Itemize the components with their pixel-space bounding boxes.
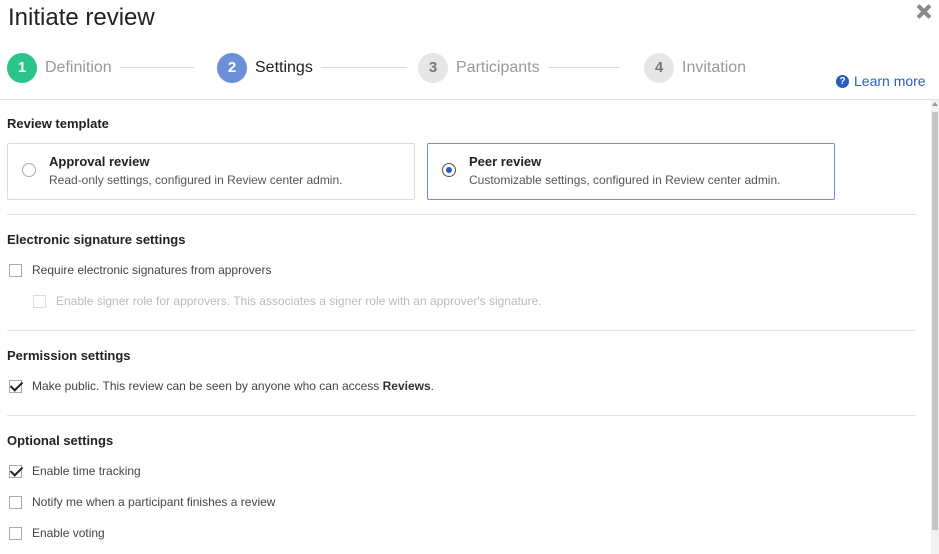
step-number-badge: 1 [7, 52, 37, 83]
time-tracking-label: Enable time tracking [32, 464, 141, 478]
time-tracking-checkbox[interactable] [9, 464, 22, 478]
signer-role-row: Enable signer role for approvers. This a… [33, 294, 542, 308]
wizard-steps: 1 Definition 2 Settings 3 Participants 4… [7, 52, 767, 84]
peer-review-option[interactable]: Peer review Customizable settings, confi… [427, 143, 835, 200]
voting-label: Enable voting [32, 526, 105, 540]
step-invitation[interactable]: 4 Invitation [644, 52, 746, 83]
step-label: Participants [456, 58, 540, 76]
require-esign-checkbox[interactable] [9, 263, 22, 277]
require-esign-row: Require electronic signatures from appro… [9, 263, 271, 277]
signer-role-label: Enable signer role for approvers. This a… [56, 294, 542, 308]
step-label: Settings [255, 58, 313, 76]
step-number-badge: 3 [418, 52, 448, 83]
notify-row: Notify me when a participant finishes a … [9, 495, 275, 509]
scrollbar-thumb[interactable] [932, 112, 938, 530]
option-description: Customizable settings, configured in Rev… [469, 173, 781, 187]
time-tracking-row: Enable time tracking [9, 464, 141, 478]
radio-button-selected[interactable] [442, 163, 456, 177]
learn-more-link[interactable]: ? Learn more [836, 73, 926, 89]
header-divider [0, 99, 939, 100]
permission-heading: Permission settings [7, 348, 131, 363]
learn-more-label: Learn more [854, 73, 926, 89]
make-public-label: Make public. This review can be seen by … [32, 379, 434, 393]
step-connector [320, 67, 407, 68]
make-public-text: Make public. This review can be seen by … [32, 379, 383, 393]
scroll-up-arrow-icon[interactable] [932, 102, 938, 106]
make-public-suffix: . [430, 379, 435, 393]
step-settings[interactable]: 2 Settings [217, 52, 407, 83]
step-label: Invitation [682, 58, 747, 76]
voting-row: Enable voting [9, 526, 105, 540]
step-number-badge: 4 [644, 52, 674, 83]
radio-button[interactable] [22, 163, 36, 177]
step-connector [119, 67, 194, 68]
signer-role-checkbox[interactable] [33, 294, 46, 308]
section-divider [7, 330, 916, 331]
make-public-checkbox[interactable] [9, 379, 22, 393]
notify-checkbox[interactable] [9, 495, 22, 509]
help-icon: ? [836, 74, 849, 88]
step-label: Definition [45, 58, 112, 76]
esign-heading: Electronic signature settings [7, 232, 186, 247]
optional-heading: Optional settings [7, 433, 114, 448]
make-public-row: Make public. This review can be seen by … [9, 379, 434, 393]
option-title: Approval review [49, 154, 150, 169]
section-divider [7, 415, 916, 416]
step-participants[interactable]: 3 Participants [418, 52, 620, 83]
step-definition[interactable]: 1 Definition [7, 52, 194, 83]
step-number-badge: 2 [217, 52, 247, 83]
section-divider [7, 214, 916, 215]
require-esign-label: Require electronic signatures from appro… [32, 263, 272, 277]
notify-label: Notify me when a participant finishes a … [32, 495, 276, 509]
step-connector [547, 67, 620, 68]
voting-checkbox[interactable] [9, 526, 22, 540]
option-description: Read-only settings, configured in Review… [49, 173, 343, 187]
approval-review-option[interactable]: Approval review Read-only settings, conf… [7, 143, 415, 200]
review-template-heading: Review template [7, 116, 109, 131]
option-title: Peer review [469, 154, 542, 169]
dialog-title: Initiate review [8, 4, 155, 31]
reviews-emphasis: Reviews [382, 379, 431, 393]
close-icon[interactable] [913, 1, 935, 23]
